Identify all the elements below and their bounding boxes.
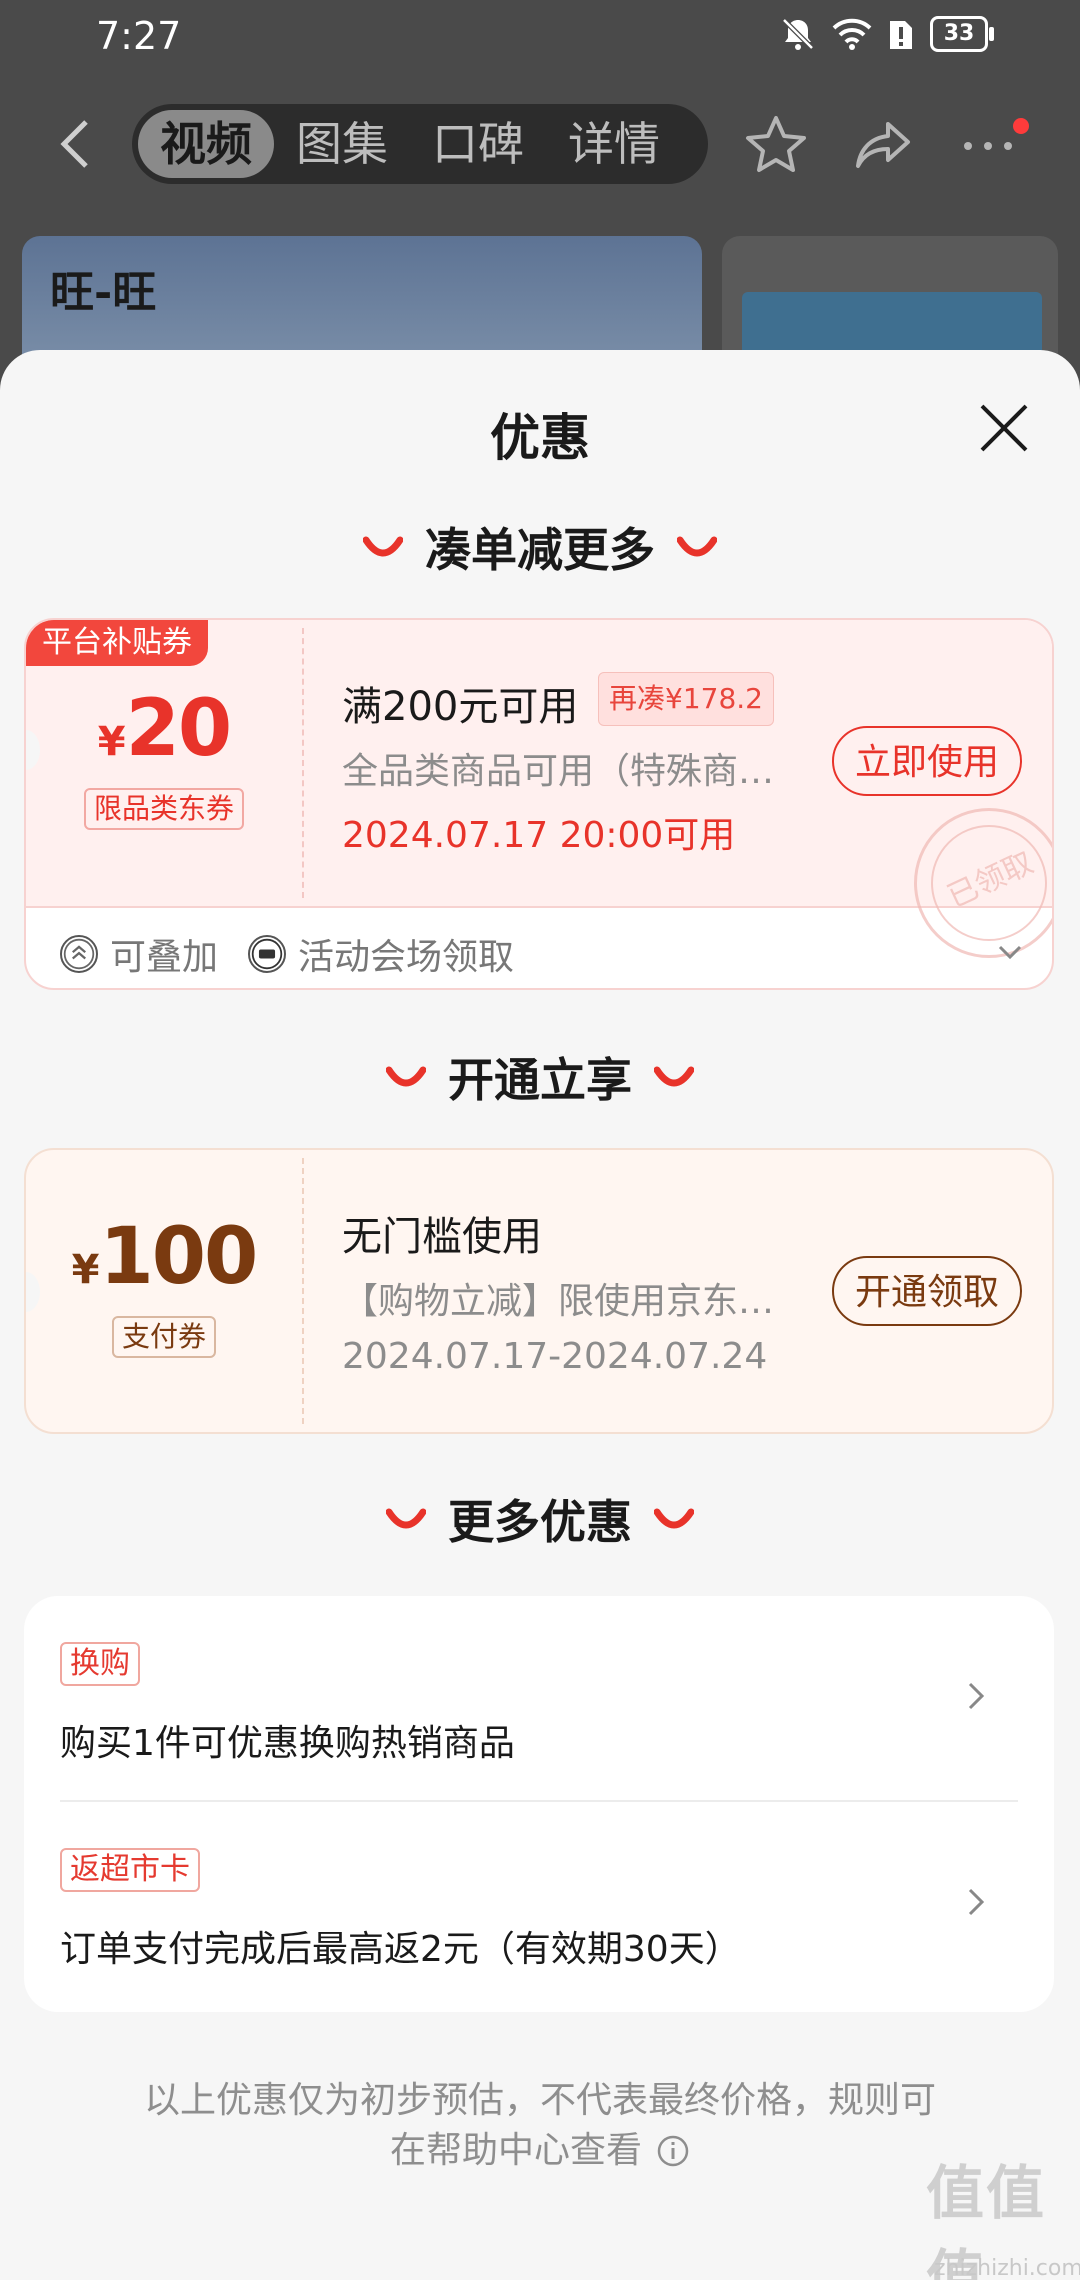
notification-dot	[1013, 118, 1029, 134]
bell-muted-icon	[782, 18, 814, 50]
tab-details[interactable]: 详情	[546, 110, 682, 178]
ticket-icon	[248, 935, 286, 973]
coupon-divider	[302, 1158, 304, 1424]
disclaimer-line: 以上优惠仅为初步预估，不代表最终价格，规则可	[143, 2080, 936, 2121]
coupon-divider	[302, 628, 304, 898]
section-header-more: 更多优惠	[0, 1486, 1080, 1552]
status-time: 7:27	[96, 14, 182, 58]
coupon-type-tag: 支付券	[111, 1316, 217, 1358]
currency-symbol: ¥	[97, 719, 126, 765]
discount-sheet: 优惠 凑单减更多 ¥20 限品类东券 满200元可用 再凑¥178.2 全品类商…	[0, 350, 1080, 2280]
top-nav: 视频 图集 口碑 详情	[0, 90, 1080, 200]
close-icon[interactable]	[976, 400, 1032, 456]
use-now-button[interactable]: 立即使用	[832, 726, 1022, 796]
deal-row-exchange[interactable]: 换购 购买1件可优惠换购热销商品	[24, 1596, 1054, 1796]
coupon-description: 全品类商品可用（特殊商…	[342, 751, 775, 792]
section-header-bundle: 凑单减更多	[0, 514, 1080, 580]
smile-decoration-icon	[386, 1508, 426, 1529]
wifi-icon	[832, 18, 872, 50]
back-icon[interactable]	[52, 114, 102, 174]
deal-badge: 返超市卡	[60, 1848, 200, 1892]
coupon-type-tag: 限品类东券	[83, 788, 245, 830]
stack-icon	[60, 935, 98, 973]
coupon-value-area: ¥100 支付券	[26, 1150, 302, 1432]
battery-icon: 33	[930, 16, 994, 52]
bundle-more-tag: 再凑¥178.2	[598, 672, 774, 726]
deal-text: 订单支付完成后最高返2元（有效期30天）	[60, 1929, 741, 1970]
product-banner: 旺-旺	[22, 236, 702, 366]
tab-video[interactable]: 视频	[138, 110, 274, 178]
coupon-card-subsidy[interactable]: ¥20 限品类东券 满200元可用 再凑¥178.2 全品类商品可用（特殊商… …	[24, 618, 1054, 990]
coupon-amount: ¥20	[26, 684, 302, 774]
amount-value: 100	[99, 1212, 259, 1302]
info-icon[interactable]	[656, 2134, 690, 2168]
deal-text: 购买1件可优惠换购热销商品	[60, 1723, 515, 1764]
tab-reviews[interactable]: 口碑	[410, 110, 546, 178]
product-image	[722, 236, 1058, 366]
share-icon[interactable]	[852, 112, 916, 176]
site-watermark-url: zhizhizhi.com	[934, 2256, 1080, 2280]
smile-decoration-icon	[386, 1066, 426, 1087]
smile-decoration-icon	[677, 536, 717, 557]
stackable-label: 可叠加	[110, 937, 219, 978]
section-header-activate: 开通立享	[0, 1044, 1080, 1110]
smile-decoration-icon	[654, 1066, 694, 1087]
sheet-title: 优惠	[490, 409, 590, 467]
chevron-right-icon	[968, 1888, 985, 1916]
status-bar: 7:27 33	[0, 0, 1080, 76]
deal-row-cashback[interactable]: 返超市卡 订单支付完成后最高返2元（有效期30天）	[24, 1802, 1054, 2002]
more-icon[interactable]	[958, 112, 1022, 176]
coupon-date: 2024.07.17 20:00可用	[342, 815, 736, 856]
status-icons: 33	[780, 16, 994, 52]
star-icon[interactable]	[744, 112, 808, 176]
coupon-title: 满200元可用	[342, 684, 579, 730]
source-info: 活动会场领取	[248, 928, 514, 980]
activate-claim-button[interactable]: 开通领取	[832, 1256, 1022, 1326]
more-deals-card: 换购 购买1件可优惠换购热销商品 返超市卡 订单支付完成后最高返2元（有效期30…	[24, 1596, 1054, 2012]
chevron-down-icon[interactable]	[992, 934, 1028, 970]
currency-symbol: ¥	[71, 1247, 100, 1293]
deal-badge: 换购	[60, 1642, 140, 1686]
coupon-amount: ¥100	[26, 1212, 302, 1302]
stackable-info: 可叠加	[60, 928, 218, 980]
sim-alert-icon	[890, 21, 912, 49]
disclaimer-help-link[interactable]: 在帮助中心查看	[390, 2126, 690, 2176]
coupon-title: 无门槛使用	[342, 1214, 542, 1260]
coupon-date: 2024.07.17-2024.07.24	[342, 1336, 768, 1377]
chevron-right-icon	[968, 1682, 985, 1710]
disclaimer-line: 在帮助中心查看	[389, 2130, 642, 2171]
media-tabs: 视频 图集 口碑 详情	[132, 104, 708, 184]
amount-value: 20	[125, 684, 233, 774]
smile-decoration-icon	[363, 536, 403, 557]
section-title: 开通立享	[448, 1053, 632, 1107]
coupon-card-payment[interactable]: ¥100 支付券 无门槛使用 【购物立减】限使用京东… 2024.07.17-2…	[24, 1148, 1054, 1434]
smile-decoration-icon	[654, 1508, 694, 1529]
source-label: 活动会场领取	[298, 937, 515, 978]
tab-gallery[interactable]: 图集	[274, 110, 410, 178]
platform-subsidy-ribbon: 平台补贴券	[26, 620, 208, 666]
brand-logo: 旺-旺	[50, 267, 157, 318]
coupon-description: 【购物立减】限使用京东…	[342, 1281, 775, 1322]
disclaimer: 以上优惠仅为初步预估，不代表最终价格，规则可 在帮助中心查看	[0, 2076, 1080, 2176]
section-title: 凑单减更多	[425, 523, 655, 577]
section-title: 更多优惠	[448, 1495, 632, 1549]
coupon-footer[interactable]: 可叠加 活动会场领取	[26, 908, 1052, 988]
